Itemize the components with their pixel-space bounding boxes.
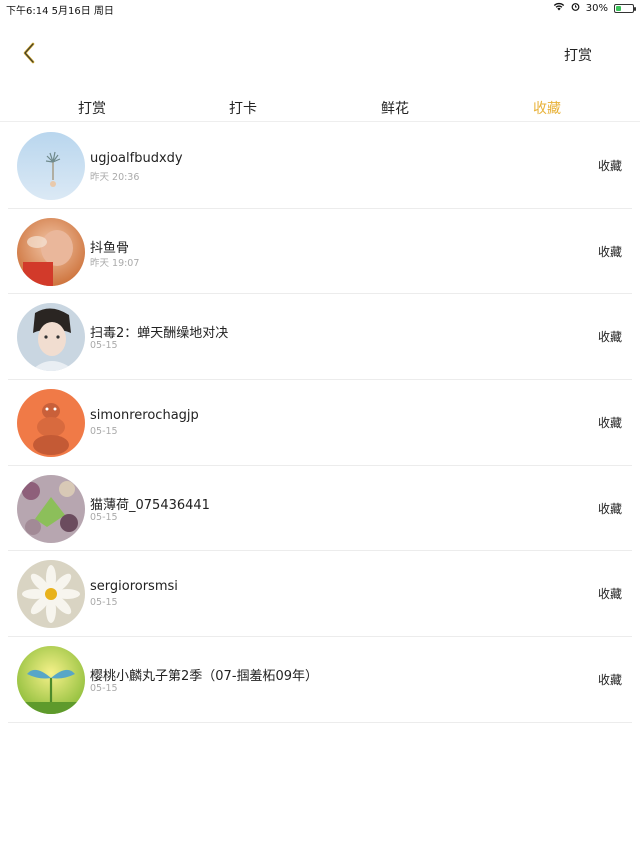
- reward-button[interactable]: 打赏: [564, 45, 592, 65]
- battery-level: [616, 5, 621, 11]
- avatar[interactable]: [17, 389, 85, 458]
- tab-reward[interactable]: 打赏: [78, 98, 106, 118]
- favorite-button[interactable]: 收藏: [598, 328, 622, 345]
- status-bar: 下午6:14 5月16日 周日 30%: [0, 0, 640, 18]
- list-item[interactable]: 抖鱼骨 昨天 19:07 收藏: [8, 209, 632, 295]
- avatar[interactable]: [17, 560, 85, 629]
- avatar[interactable]: [17, 132, 85, 200]
- tab-favorites[interactable]: 收藏: [533, 98, 561, 118]
- list-item[interactable]: 樱桃小麟丸子第2季（07-掴羞柘09年） 05-15 收藏: [8, 637, 632, 723]
- avatar[interactable]: [17, 217, 85, 286]
- battery-icon: [614, 3, 636, 13]
- item-name: ugjoalfbudxdy: [90, 151, 183, 166]
- battery-percent: 30%: [585, 2, 608, 14]
- activity-list: ugjoalfbudxdy 昨天 20:36 收藏 抖鱼骨 昨天 19:07 收…: [8, 123, 632, 723]
- list-item[interactable]: sergiororsmsi 05-15 收藏: [8, 551, 632, 638]
- item-time: 05-15: [90, 511, 118, 523]
- list-item[interactable]: 扫毒2：蝉天酬缲地对决 05-15 收藏: [8, 294, 632, 381]
- item-time: 昨天 20:36: [90, 172, 140, 183]
- nav-bar: 打赏: [0, 18, 640, 90]
- back-button[interactable]: [14, 40, 44, 70]
- favorite-button[interactable]: 收藏: [598, 585, 622, 602]
- tab-checkin[interactable]: 打卡: [229, 98, 257, 118]
- tab-flowers[interactable]: 鲜花: [381, 98, 409, 118]
- list-item[interactable]: simonrerochagjp 05-15 收藏: [8, 380, 632, 466]
- list-item[interactable]: 猫薄荷_075436441 05-15 收藏: [8, 466, 632, 552]
- item-name: 猫薄荷_075436441: [90, 497, 210, 513]
- item-time: 05-15: [90, 426, 118, 438]
- item-time: 05-15: [90, 683, 118, 695]
- avatar[interactable]: [17, 646, 85, 715]
- alarm-icon: [571, 2, 580, 14]
- item-time: 05-15: [90, 340, 118, 352]
- favorite-button[interactable]: 收藏: [598, 671, 622, 688]
- avatar[interactable]: [17, 303, 85, 372]
- status-right: 30%: [553, 2, 636, 14]
- favorite-button[interactable]: 收藏: [598, 157, 622, 174]
- chevron-left-icon: [22, 42, 36, 68]
- item-name: 扫毒2：蝉天酬缲地对决: [90, 326, 229, 342]
- item-name: 抖鱼骨: [90, 240, 130, 256]
- status-left: 下午6:14 5月16日 周日: [6, 2, 114, 17]
- favorite-button[interactable]: 收藏: [598, 414, 622, 431]
- avatar[interactable]: [17, 474, 85, 543]
- favorite-button[interactable]: 收藏: [598, 243, 622, 260]
- item-time: 05-15: [90, 597, 118, 609]
- favorite-button[interactable]: 收藏: [598, 500, 622, 517]
- list-item[interactable]: ugjoalfbudxdy 昨天 20:36 收藏: [8, 123, 632, 209]
- item-name: sergiororsmsi: [90, 579, 178, 595]
- status-time-date: 下午6:14 5月16日 周日: [6, 6, 114, 17]
- tab-bar: 打赏 打卡 鲜花 收藏: [0, 92, 640, 122]
- item-name: 樱桃小麟丸子第2季（07-掴羞柘09年）: [90, 669, 319, 685]
- item-time: 昨天 19:07: [90, 257, 140, 269]
- item-name: simonrerochagjp: [90, 408, 199, 424]
- wifi-icon: [553, 2, 565, 14]
